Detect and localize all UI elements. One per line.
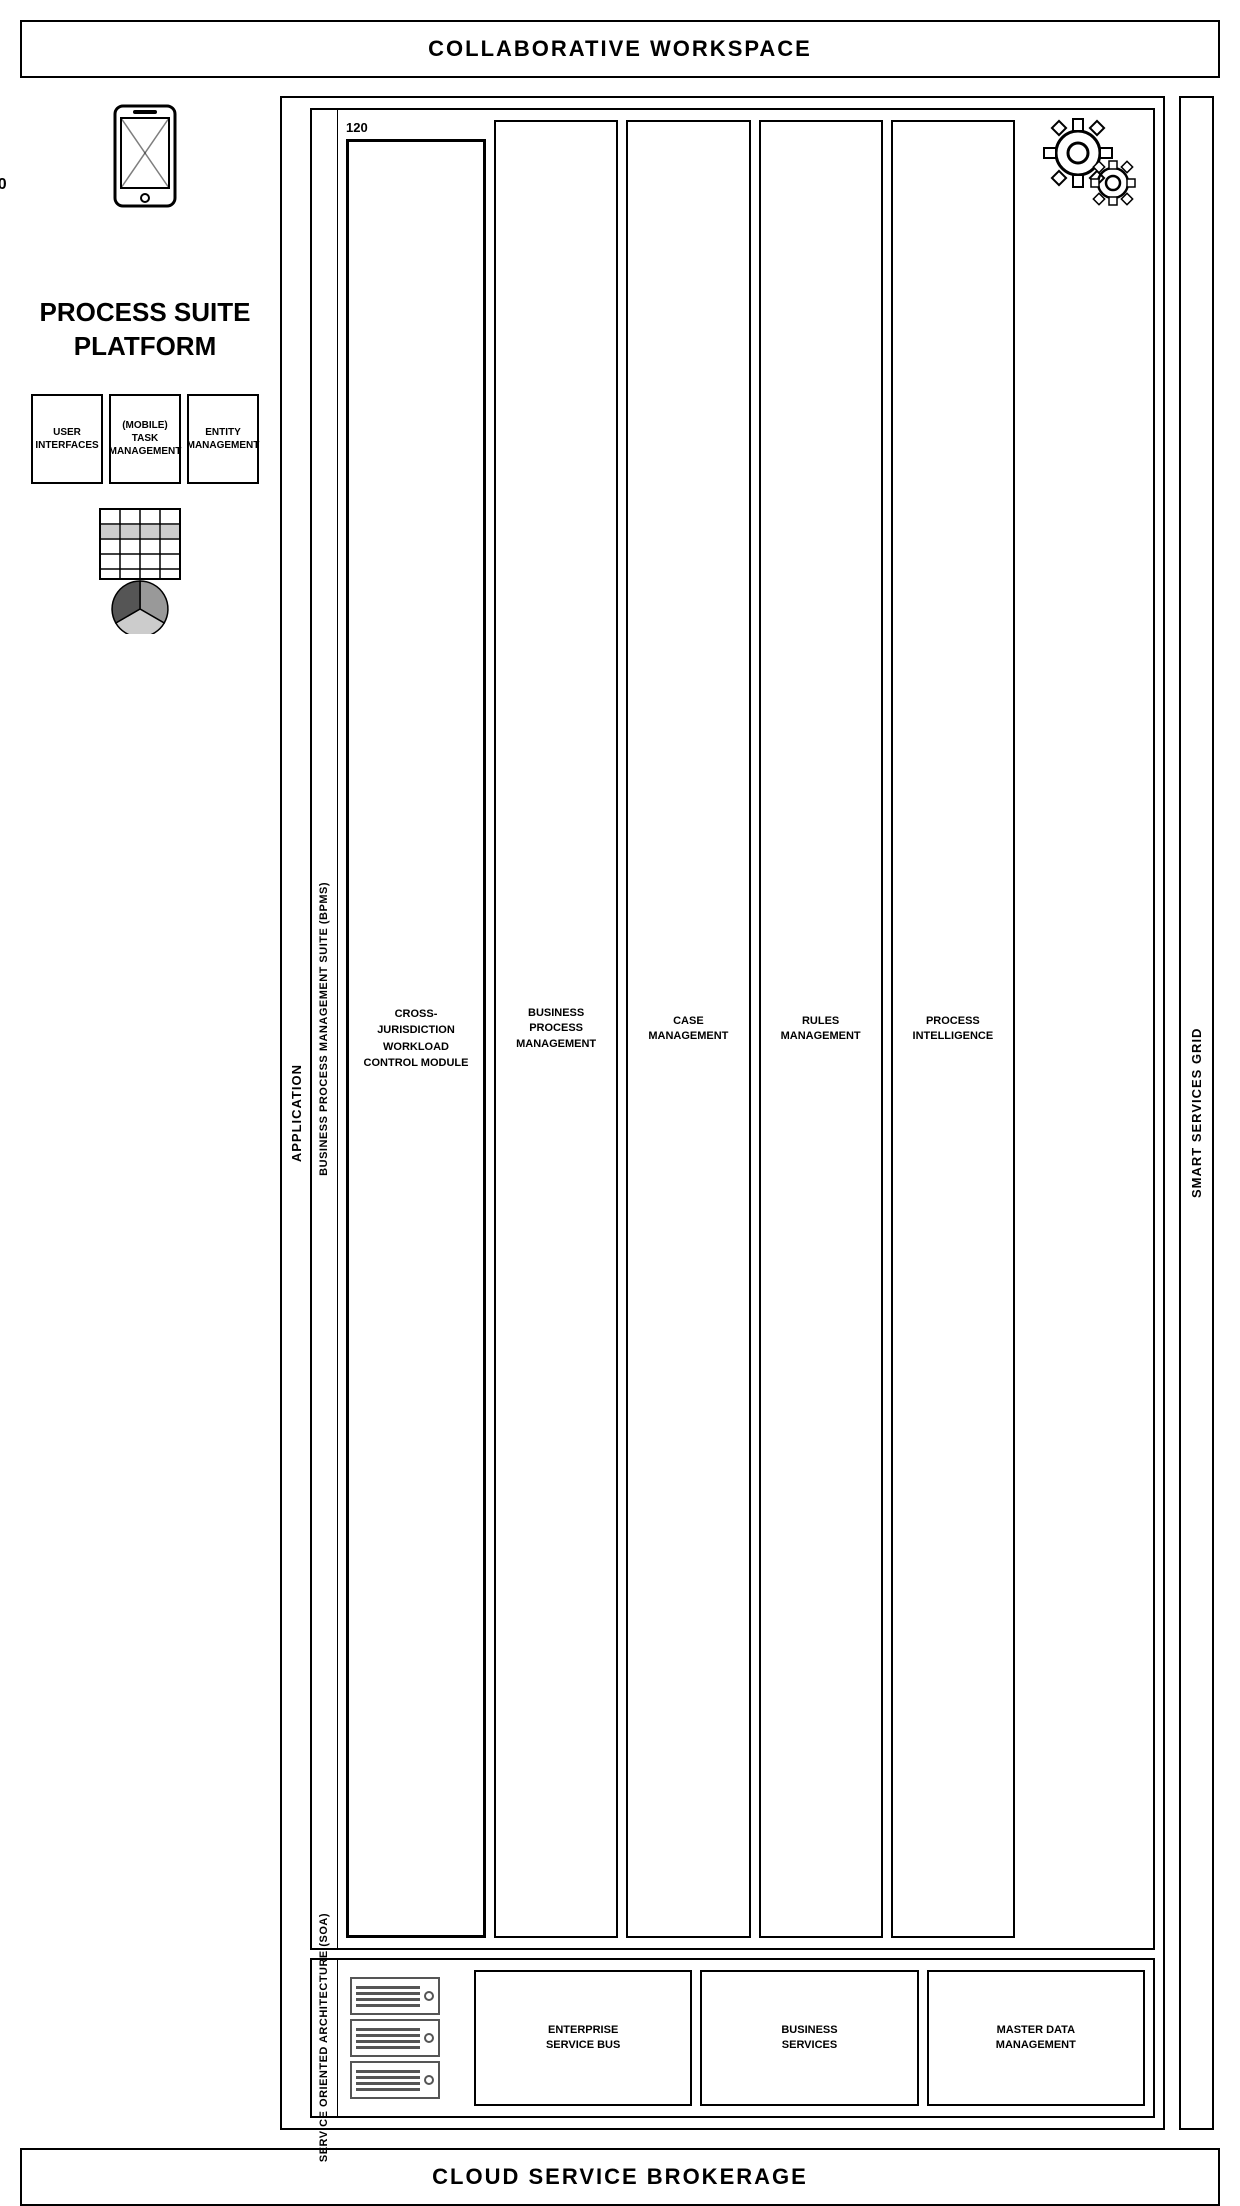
soa-box-business-services: BUSINESSSERVICES: [700, 1970, 918, 2106]
main-diagram: 100 PROCESS SUITE PLATFORM USERINTERFA: [20, 96, 1220, 2130]
process-suite-title: PROCESS SUITE PLATFORM: [20, 296, 270, 364]
smart-services-label: SMART SERVICES GRID: [1179, 96, 1214, 2130]
bpms-box-bpm: BUSINESSPROCESSMANAGEMENT: [494, 120, 618, 1938]
app-boxes-row: USERINTERFACES (MOBILE) TASKMANAGEMENT E…: [31, 394, 259, 484]
bpms-box-case: CASEMANAGEMENT: [626, 120, 750, 1938]
app-box-entity-management: ENTITYMANAGEMENT: [187, 394, 259, 484]
app-box-user-interfaces: USERINTERFACES: [31, 394, 103, 484]
top-banner: COLLABORATIVE WORKSPACE: [20, 20, 1220, 78]
bpms-box-rules: RULESMANAGEMENT: [759, 120, 883, 1938]
phone-icon: [95, 96, 195, 256]
bpms-label: BUSINESS PROCESS MANAGEMENT SUITE (BPMS): [318, 882, 330, 1176]
soa-box-master-data: MASTER DATAMANAGEMENT: [927, 1970, 1145, 2106]
bpms-box-process-intel: PROCESSINTELLIGENCE: [891, 120, 1015, 1938]
bottom-banner: CLOUD SERVICE BROKERAGE: [20, 2148, 1220, 2206]
data-chart-icon: [80, 504, 210, 634]
diagram-label-100: 100: [0, 176, 7, 194]
soa-label: SERVICE ORIENTED ARCHITECTURE (SOA): [318, 1913, 330, 2162]
middle-section: APPLICATION: [280, 96, 1165, 2130]
soa-box-enterprise: ENTERPRISESERVICE BUS: [474, 1970, 692, 2106]
left-section: PROCESS SUITE PLATFORM USERINTERFACES (M…: [20, 96, 280, 2130]
smart-services-section: SMART SERVICES GRID: [1165, 96, 1220, 2130]
application-label: APPLICATION: [283, 1054, 310, 1172]
app-box-mobile-task: (MOBILE) TASKMANAGEMENT: [109, 394, 181, 484]
cross-jurisdiction-box: CROSS-JURISDICTIONWORKLOADCONTROL MODULE: [346, 139, 486, 1938]
label-120: 120: [346, 120, 486, 135]
server-racks-icon: [346, 1970, 466, 2106]
gear-icon: [1023, 108, 1153, 228]
